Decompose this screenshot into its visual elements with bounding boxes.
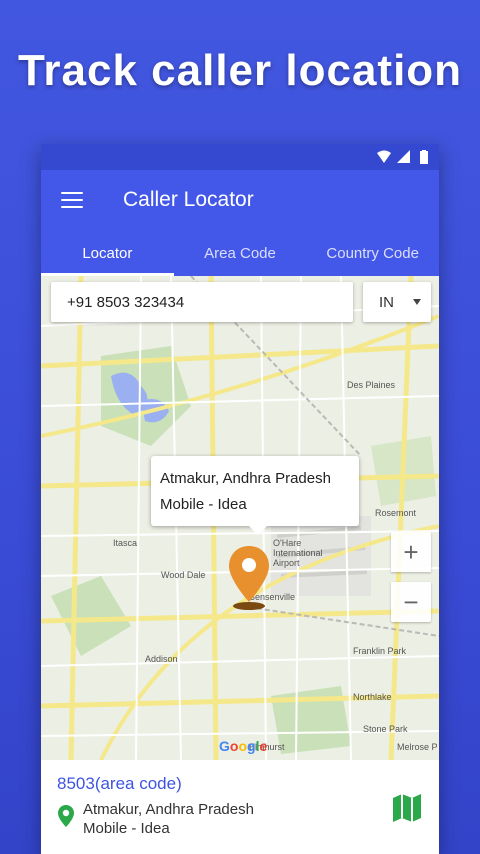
phone-number-input[interactable]: +91 8503 323434 [51,282,353,322]
info-location: Atmakur, Andhra Pradesh [160,470,331,487]
zoom-out-button[interactable]: − [391,582,431,622]
status-bar [41,144,439,170]
map-label: Des Plaines [347,380,396,390]
tab-locator[interactable]: Locator [41,230,174,276]
map-label: Itasca [113,538,138,548]
result-location: Atmakur, Andhra Pradesh [83,801,254,818]
result-area-code: 8503(area code) [57,774,182,793]
map-label: Addison [145,654,178,664]
result-row: Atmakur, Andhra Pradesh Mobile - Idea [57,800,439,838]
result-card: 8503(area code) Atmakur, Andhra Pradesh … [41,760,439,854]
map-label: Stone Park [363,724,408,734]
map-icon[interactable] [391,792,423,824]
map-label: Rosemont [375,508,417,518]
map-label: O'Hare International Airport [273,538,323,568]
app-title: Caller Locator [123,188,254,211]
tab-bar: Locator Area Code Country Code [41,230,439,276]
menu-icon[interactable] [61,192,83,208]
phone-frame: Caller Locator Locator Area Code Country… [41,144,439,854]
result-text: Atmakur, Andhra Pradesh Mobile - Idea [83,800,254,838]
tab-area-code[interactable]: Area Code [174,230,307,276]
signal-icon [397,150,410,163]
info-window: Atmakur, Andhra Pradesh Mobile - Idea [151,456,359,535]
location-marker-icon[interactable] [227,544,271,610]
info-carrier: Mobile - Idea [160,496,247,513]
map-label: Northlake [353,692,392,702]
map-view[interactable]: Des Plaines Rosemont O'Hare Internationa… [41,276,439,760]
wifi-icon [377,150,391,163]
tab-country-code[interactable]: Country Code [306,230,439,276]
promo-title: Track caller location [17,46,463,95]
map-label: Franklin Park [353,646,407,656]
location-pin-icon [58,805,74,827]
app-bar: Caller Locator [41,170,439,230]
result-carrier: Mobile - Idea [83,820,170,837]
chevron-down-icon [413,299,421,305]
google-logo: Google [219,738,268,754]
map-label: Wood Dale [161,570,206,580]
country-select-value: IN [379,293,394,311]
battery-icon [420,150,428,164]
zoom-in-button[interactable]: + [391,532,431,572]
country-select[interactable]: IN [363,282,431,322]
map-label: Melrose P [397,742,438,752]
